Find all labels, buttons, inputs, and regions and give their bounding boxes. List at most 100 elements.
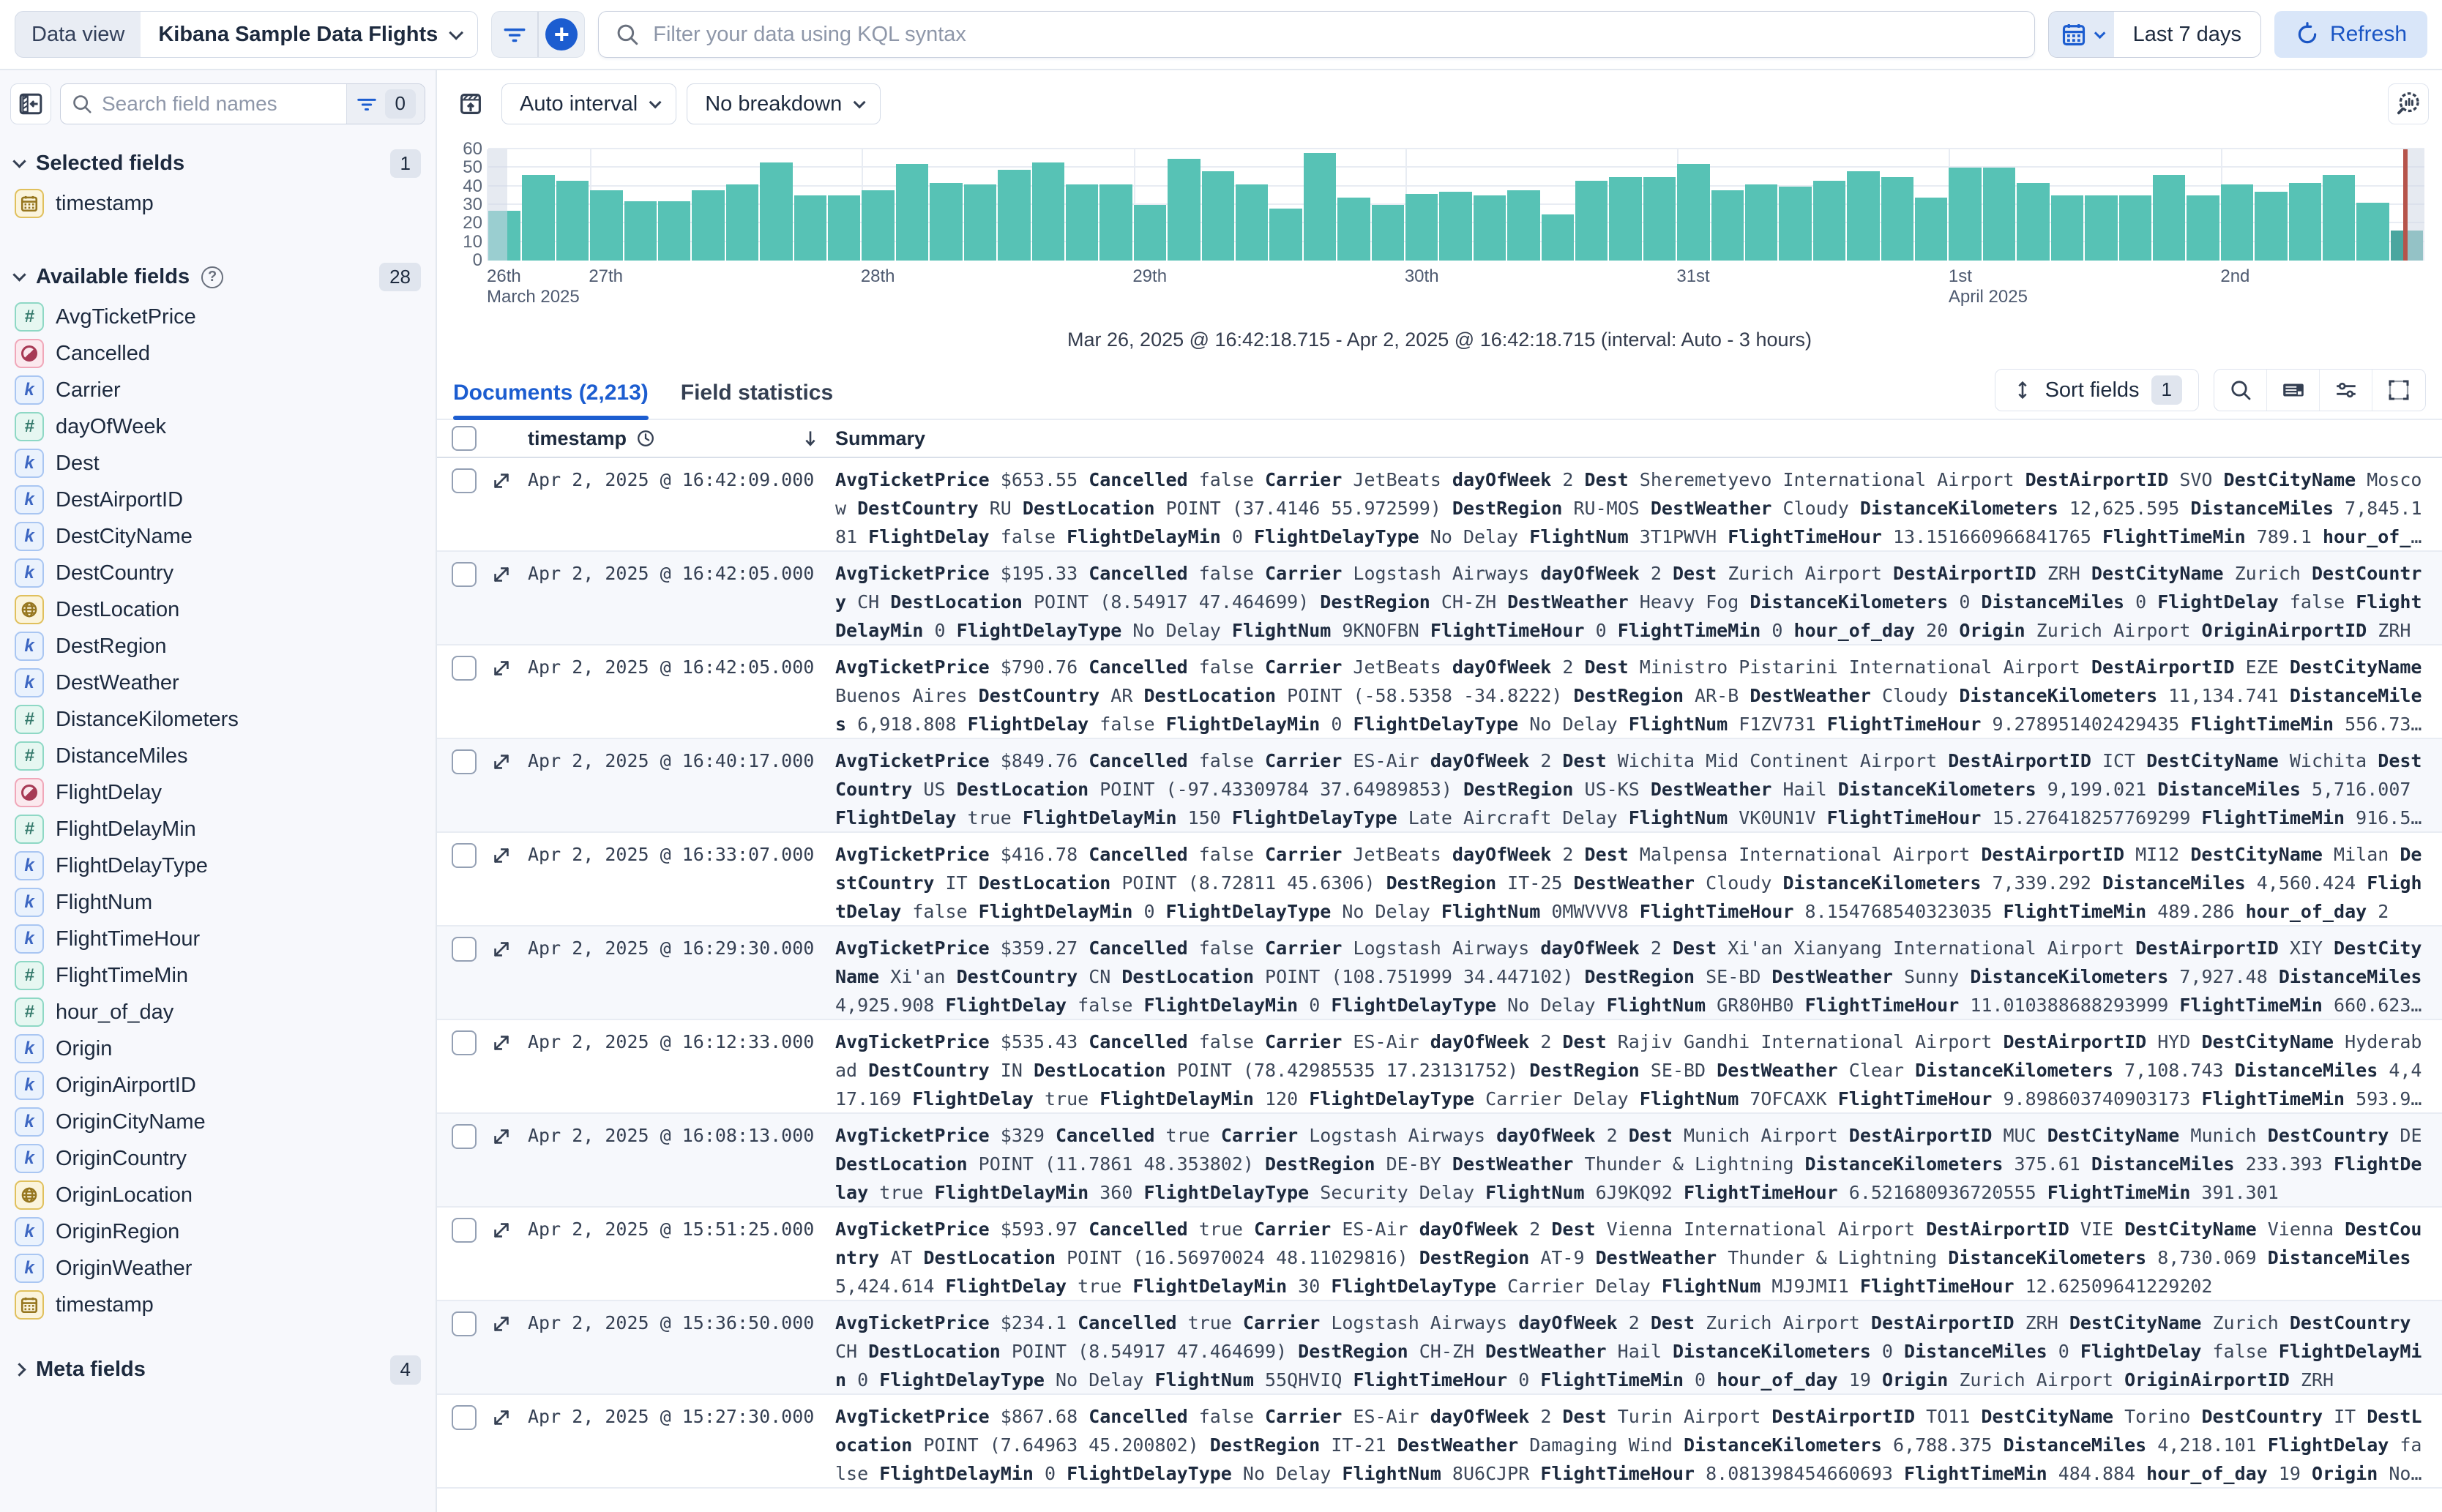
field-item-OriginRegion[interactable]: kOriginRegion [10,1213,425,1250]
histogram-bar[interactable] [1304,153,1336,261]
expand-row-button[interactable] [488,845,515,867]
expand-row-button[interactable] [488,938,515,960]
expand-row-button[interactable] [488,657,515,679]
histogram-bar[interactable] [1474,195,1506,261]
field-search-input[interactable]: Search field names [61,92,346,116]
field-item-OriginAirportID[interactable]: kOriginAirportID [10,1067,425,1104]
field-item-DestWeather[interactable]: kDestWeather [10,665,425,701]
field-item-FlightDelayType[interactable]: kFlightDelayType [10,847,425,884]
histogram-bar[interactable] [1269,209,1302,261]
row-checkbox[interactable] [452,843,477,868]
histogram-bar[interactable] [1032,162,1064,261]
sort-descending-icon[interactable] [800,428,821,449]
row-checkbox[interactable] [452,937,477,962]
expand-row-button[interactable] [488,1032,515,1054]
row-checkbox[interactable] [452,1405,477,1430]
histogram-bar[interactable] [896,164,928,261]
field-item-hour_of_day[interactable]: #hour_of_day [10,994,425,1030]
field-item-DistanceMiles[interactable]: #DistanceMiles [10,738,425,774]
field-item-Carrier[interactable]: kCarrier [10,372,425,408]
breakdown-select[interactable]: No breakdown [687,83,881,124]
refresh-button[interactable]: Refresh [2274,11,2427,58]
field-item-dayOfWeek[interactable]: #dayOfWeek [10,408,425,445]
tab-documents[interactable]: Documents (2,213) [453,381,649,419]
data-view-value[interactable]: Kibana Sample Data Flights [141,12,477,57]
field-item-DestAirportID[interactable]: kDestAirportID [10,482,425,518]
histogram-bar[interactable] [2153,175,2185,261]
field-item-OriginCityName[interactable]: kOriginCityName [10,1104,425,1140]
histogram-bar[interactable] [828,195,860,261]
select-all-checkbox[interactable] [452,426,477,451]
histogram-bar[interactable] [998,170,1030,261]
display-options-button[interactable] [2320,370,2372,411]
selected-fields-header[interactable]: Selected fields 1 [15,149,421,178]
field-item-FlightDelayMin[interactable]: #FlightDelayMin [10,811,425,847]
histogram-bar[interactable] [1236,184,1268,261]
histogram-bar[interactable] [2255,192,2287,261]
expand-row-button[interactable] [488,1126,515,1148]
hide-chart-button[interactable] [450,83,491,124]
histogram-bar[interactable] [794,195,826,261]
field-filter-button[interactable]: 0 [346,84,425,124]
histogram-bar[interactable] [1881,177,1913,261]
histogram-bar[interactable] [1745,184,1777,261]
histogram-bar[interactable] [2221,184,2253,261]
field-item-Cancelled[interactable]: Cancelled [10,335,425,372]
histogram-bar[interactable] [862,190,894,261]
field-item-AvgTicketPrice[interactable]: #AvgTicketPrice [10,299,425,335]
help-icon[interactable]: ? [201,266,223,288]
field-item-Origin[interactable]: kOrigin [10,1030,425,1067]
histogram-bar[interactable] [522,175,554,261]
data-view-picker[interactable]: Data view Kibana Sample Data Flights [15,11,478,58]
collapse-sidebar-button[interactable] [10,83,51,124]
row-checkbox[interactable] [452,1218,477,1243]
histogram-bar[interactable] [760,162,792,261]
keyboard-shortcuts-button[interactable] [2267,370,2320,411]
histogram-bar[interactable] [2017,183,2049,261]
expand-row-button[interactable] [488,1219,515,1241]
field-item-OriginLocation[interactable]: OriginLocation [10,1177,425,1213]
histogram-chart[interactable]: 0102030405060 26thMarch 202527th28th29th… [450,141,2427,312]
histogram-bar[interactable] [658,201,690,261]
field-item-OriginWeather[interactable]: kOriginWeather [10,1250,425,1287]
timestamp-column-header[interactable]: timestamp [528,427,627,450]
fullscreen-button[interactable] [2372,370,2425,411]
histogram-bar[interactable] [624,201,657,261]
histogram-bar[interactable] [726,184,758,261]
search-in-table-button[interactable] [2214,370,2267,411]
histogram-bar[interactable] [1337,198,1370,261]
histogram-bar[interactable] [1099,184,1132,261]
histogram-bar[interactable] [1915,198,1947,261]
sort-fields-button[interactable]: Sort fields 1 [1995,369,2199,411]
histogram-bar[interactable] [1575,181,1608,261]
expand-row-button[interactable] [488,564,515,585]
histogram-bar[interactable] [1779,187,1811,261]
field-item-DestCountry[interactable]: kDestCountry [10,555,425,591]
histogram-bar[interactable] [556,181,589,261]
histogram-bar[interactable] [1677,164,1709,261]
quick-select-button[interactable] [2049,12,2114,57]
row-checkbox[interactable] [452,1311,477,1336]
field-item-timestamp[interactable]: timestamp [10,185,425,222]
field-item-DestRegion[interactable]: kDestRegion [10,628,425,665]
available-fields-header[interactable]: Available fields ? 28 [15,263,421,291]
histogram-bar[interactable] [1847,171,1879,261]
histogram-bar[interactable] [1168,159,1200,261]
tab-field-statistics[interactable]: Field statistics [681,381,833,419]
field-item-DestLocation[interactable]: DestLocation [10,591,425,628]
row-checkbox[interactable] [452,749,477,774]
histogram-bar[interactable] [930,183,962,261]
time-range-value[interactable]: Last 7 days [2114,12,2260,57]
histogram-bar[interactable] [2119,195,2151,261]
histogram-bar[interactable] [590,190,622,261]
expand-row-button[interactable] [488,1313,515,1335]
field-item-DestCityName[interactable]: kDestCityName [10,518,425,555]
row-checkbox[interactable] [452,656,477,681]
histogram-bar[interactable] [2356,203,2389,261]
row-checkbox[interactable] [452,1124,477,1149]
expand-row-button[interactable] [488,751,515,773]
histogram-bar[interactable] [1439,192,1471,261]
histogram-bar[interactable] [2051,195,2083,261]
filter-menu-button[interactable] [492,12,537,57]
field-item-OriginCountry[interactable]: kOriginCountry [10,1140,425,1177]
